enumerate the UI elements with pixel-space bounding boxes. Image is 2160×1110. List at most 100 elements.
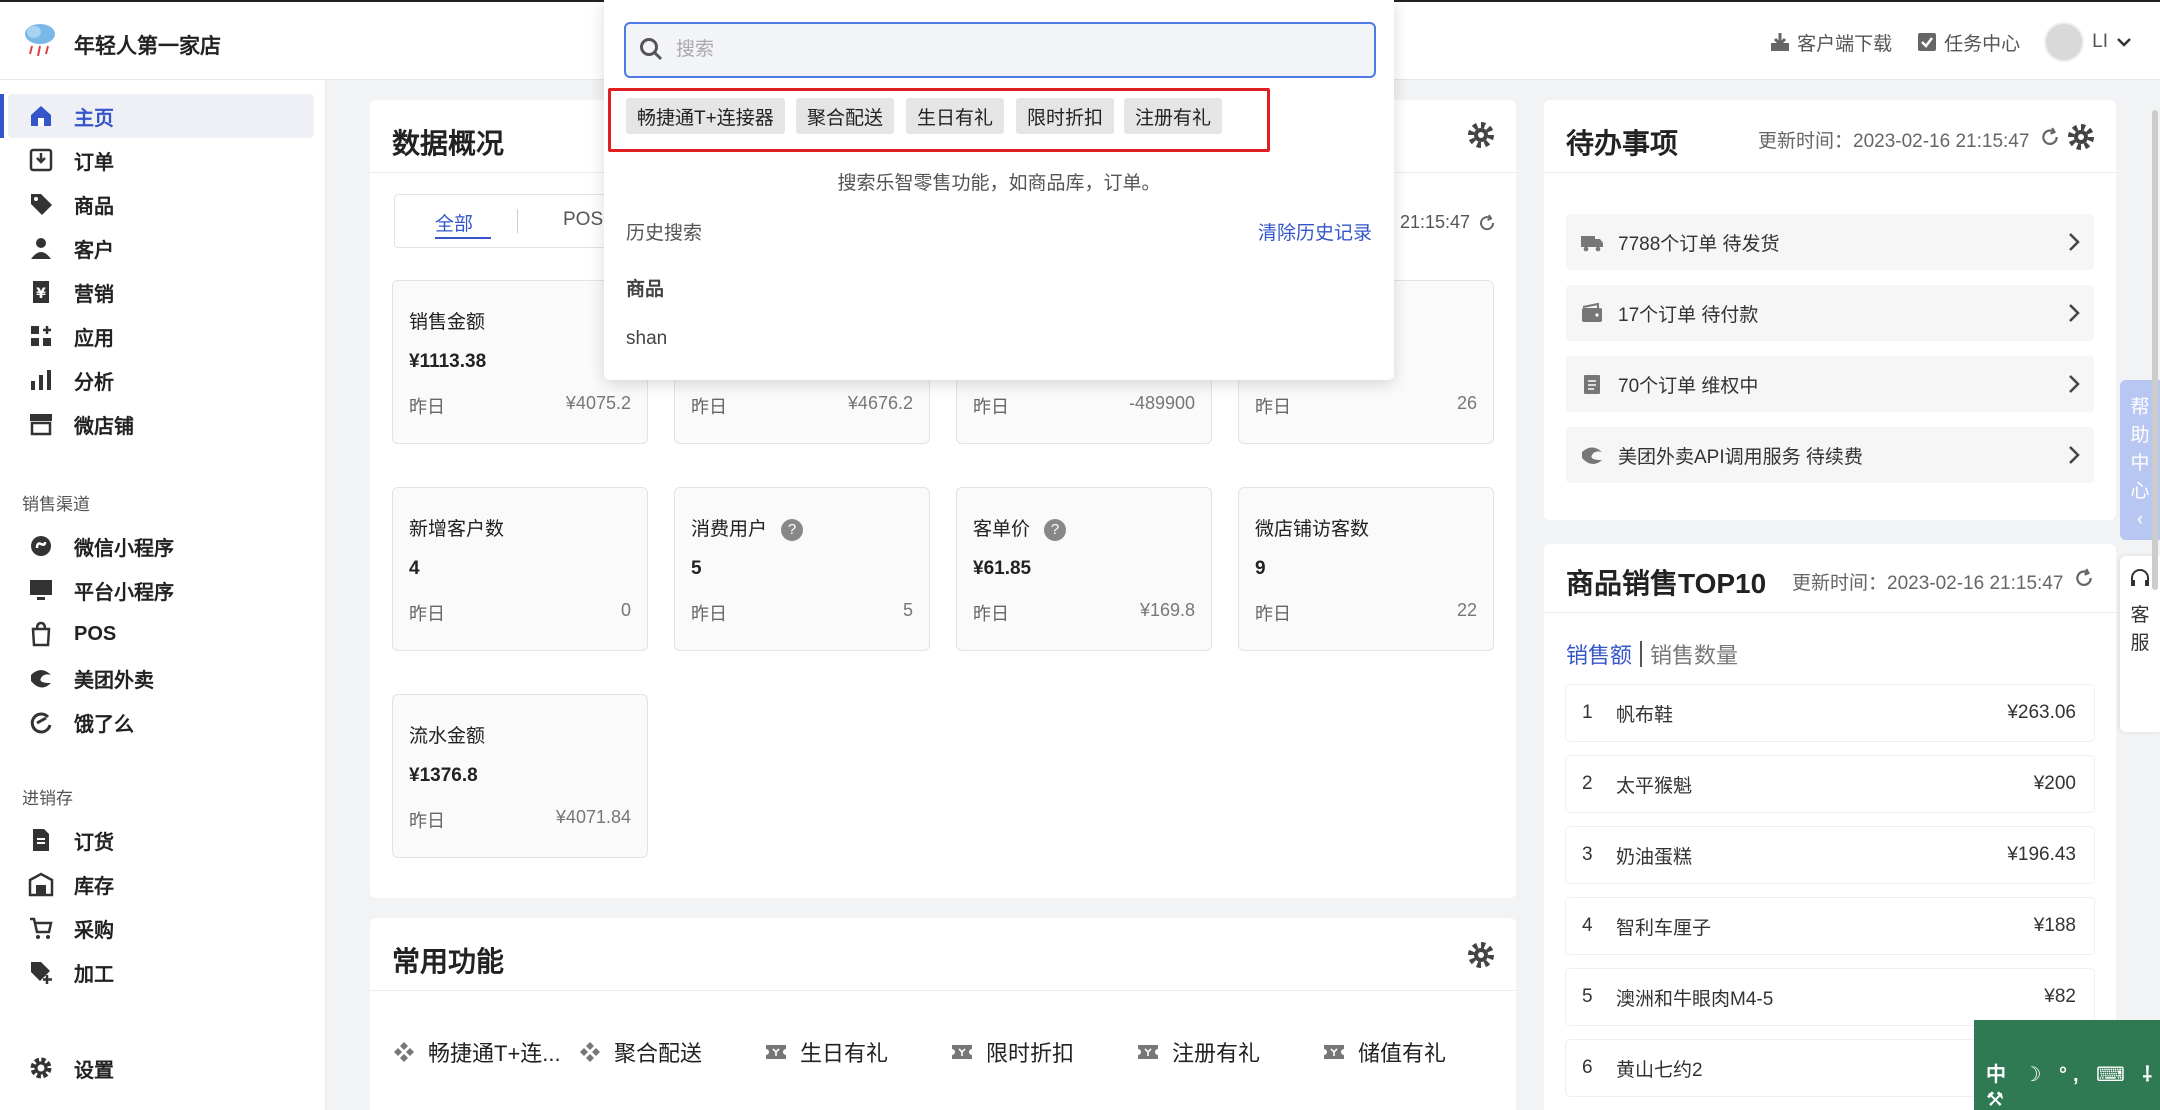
sidebar-item-processing[interactable]: 加工 — [8, 950, 314, 994]
sidebar-item-stock[interactable]: 库存 — [8, 862, 314, 906]
tab-sales-amount[interactable]: 销售额 — [1566, 638, 1632, 670]
stat-card-new-customers[interactable]: 新增客户数 4 昨日 0 — [392, 487, 648, 651]
top10-row[interactable]: 5 澳洲和牛眼肉M4-5 ¥82 — [1566, 969, 2094, 1025]
monitor-icon — [28, 577, 54, 603]
hot-tag-register[interactable]: 注册有礼 — [1124, 98, 1223, 134]
client-download-link[interactable]: 客户端下载 — [1769, 29, 1892, 56]
stat-yesterday-label: 昨日 — [409, 604, 445, 624]
diamond-grid-icon — [580, 1042, 600, 1062]
func-label: 畅捷通T+连... — [428, 1041, 561, 1066]
ticket-icon — [1324, 1045, 1344, 1059]
help-question-icon[interactable]: ? — [781, 518, 804, 541]
overview-settings-gear-icon[interactable] — [1466, 120, 1496, 150]
top10-row[interactable]: 4 智利车厘子 ¥188 — [1566, 898, 2094, 954]
sidebar-item-apps[interactable]: 应用 — [8, 314, 314, 358]
sidebar-item-eleme[interactable]: 饿了么 — [8, 700, 314, 744]
todo-refresh-icon[interactable] — [2040, 127, 2060, 147]
clear-history-link[interactable]: 清除历史记录 — [1258, 218, 1372, 245]
wallet-icon — [1582, 302, 1602, 322]
sidebar-item-products[interactable]: 商品 — [8, 182, 314, 226]
func-flash-discount[interactable]: 限时折扣 — [950, 1036, 1074, 1068]
sidebar-item-label: 营销 — [74, 283, 114, 306]
sidebar-item-meituan[interactable]: 美团外卖 — [8, 656, 314, 700]
sidebar-item-platform-mini[interactable]: 平台小程序 — [8, 568, 314, 612]
sidebar-item-procurement[interactable]: 采购 — [8, 906, 314, 950]
top10-divider — [1544, 612, 2116, 613]
stat-card-store-visitors[interactable]: 微店铺访客数 9 昨日 22 — [1238, 487, 1494, 651]
sidebar-item-label: 订单 — [74, 151, 114, 174]
tab-sales-count[interactable]: 销售数量 — [1650, 638, 1738, 670]
sidebar-item-home[interactable]: 主页 — [0, 94, 314, 138]
stat-value: ¥61.85 — [973, 558, 1032, 579]
sidebar-item-pos[interactable]: POS — [8, 612, 314, 656]
stat-card-consumers[interactable]: 消费用户? 5 昨日 5 — [674, 487, 930, 651]
help-question-icon[interactable]: ? — [1044, 518, 1067, 541]
stat-label: 新增客户数 — [409, 519, 505, 540]
func-stored-value[interactable]: 储值有礼 — [1322, 1036, 1446, 1068]
sidebar-item-micro-store[interactable]: 微店铺 — [8, 402, 314, 446]
product-name: 奶油蛋糕 — [1616, 846, 1693, 868]
sidebar-item-label: 应用 — [74, 327, 114, 350]
product-name: 智利车厘子 — [1616, 917, 1712, 939]
stat-yesterday-value: -489900 — [1128, 393, 1195, 413]
sidebar-item-label: 微信小程序 — [74, 537, 174, 560]
stat-card-avg-order[interactable]: 客单价? ¥61.85 昨日 ¥169.8 — [956, 487, 1212, 651]
stat-yesterday-value: ¥4075.2 — [565, 393, 631, 413]
sidebar-item-marketing[interactable]: ¥ 营销 — [8, 270, 314, 314]
page-scrollbar[interactable] — [2152, 110, 2158, 590]
hot-tag-discount[interactable]: 限时折扣 — [1016, 98, 1115, 134]
todo-item-disputes[interactable]: 70个订单 维权中 — [1566, 356, 2094, 412]
todo-item-to-pay[interactable]: 17个订单 待付款 — [1566, 285, 2094, 341]
refresh-icon[interactable] — [1478, 214, 1496, 232]
top10-row[interactable]: 1 帆布鞋 ¥263.06 — [1566, 685, 2094, 741]
tab-separator — [1640, 641, 1643, 667]
tag-plus-icon — [28, 959, 54, 985]
history-item[interactable]: 商品 — [626, 274, 664, 301]
hot-tag-chanjet[interactable]: 畅捷通T+连接器 — [626, 98, 785, 134]
sidebar-item-label: 加工 — [74, 963, 114, 986]
func-label: 聚合配送 — [614, 1041, 703, 1066]
todo-item-to-ship[interactable]: 7788个订单 待发货 — [1566, 214, 2094, 270]
func-birthday[interactable]: 生日有礼 — [764, 1036, 888, 1068]
func-label: 生日有礼 — [800, 1041, 889, 1066]
sidebar-item-label: 设置 — [74, 1059, 114, 1082]
hot-tag-birthday[interactable]: 生日有礼 — [906, 98, 1005, 134]
tab-all[interactable]: 全部 — [435, 209, 473, 236]
sidebar-item-label: 主页 — [74, 107, 114, 130]
func-register-gift[interactable]: 注册有礼 — [1136, 1036, 1260, 1068]
top10-row[interactable]: 3 奶油蛋糕 ¥196.43 — [1566, 827, 2094, 883]
sidebar-item-label: 采购 — [74, 919, 114, 942]
stat-label-text: 客单价 — [973, 519, 1031, 540]
common-settings-gear-icon[interactable] — [1466, 940, 1496, 970]
sidebar-item-customers[interactable]: 客户 — [8, 226, 314, 270]
todo-settings-gear-icon[interactable] — [2066, 122, 2096, 152]
sidebar-item-purchase-order[interactable]: 订货 — [8, 818, 314, 862]
sidebar-item-orders[interactable]: 订单 — [8, 138, 314, 182]
sidebar-item-wechat-mini[interactable]: 微信小程序 — [8, 524, 314, 568]
stat-yesterday-value: 26 — [1456, 393, 1477, 413]
overview-tabs: 全部 POS — [394, 194, 624, 248]
todo-item-meituan-renewal[interactable]: 美团外卖API调用服务 待续费 — [1566, 427, 2094, 483]
tab-pos[interactable]: POS — [563, 209, 603, 231]
search-input[interactable] — [624, 22, 1376, 78]
history-item[interactable]: shan — [626, 328, 667, 350]
func-chanjet[interactable]: 畅捷通T+连... — [392, 1036, 561, 1068]
sidebar-item-analysis[interactable]: 分析 — [8, 358, 314, 402]
func-label: 储值有礼 — [1358, 1041, 1447, 1066]
ime-toolbar[interactable]: 中 ☽ °, ⌨ ⸸ ⚒ — [1974, 1020, 2160, 1110]
user-menu[interactable]: LI — [2044, 22, 2132, 62]
stat-yesterday-label: 昨日 — [973, 397, 1009, 417]
func-delivery[interactable]: 聚合配送 — [578, 1036, 702, 1068]
task-center-link[interactable]: 任务中心 — [1916, 29, 2020, 56]
top10-row[interactable]: 2 太平猴魁 ¥200 — [1566, 756, 2094, 812]
bar-chart-icon — [28, 367, 54, 393]
todo-text: 17个订单 待付款 — [1618, 304, 1759, 326]
stat-card-cash-flow[interactable]: 流水金额 ¥1376.8 昨日 ¥4071.84 — [392, 694, 648, 858]
search-tip: 搜索乐智零售功能，如商品库，订单。 — [837, 173, 1161, 194]
sidebar-item-label: 美团外卖 — [74, 669, 154, 692]
top10-refresh-icon[interactable] — [2074, 568, 2094, 588]
hot-tag-delivery[interactable]: 聚合配送 — [796, 98, 895, 134]
sidebar-item-settings[interactable]: 设置 — [8, 1046, 314, 1090]
store-logo-icon — [25, 24, 55, 57]
sidebar-item-label: 客户 — [74, 239, 114, 262]
